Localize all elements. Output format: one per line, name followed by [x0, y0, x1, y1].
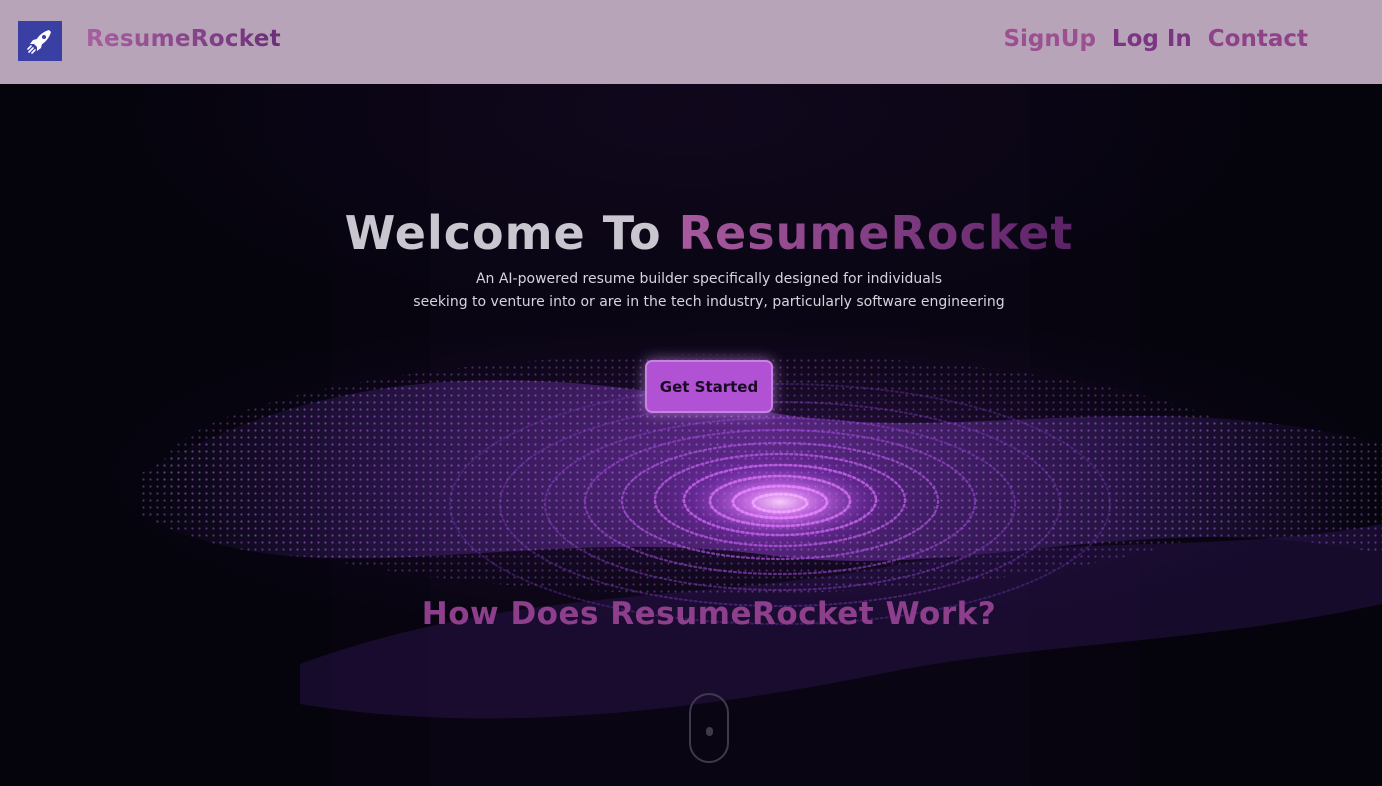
contact-link[interactable]: Contact [1208, 26, 1308, 52]
hero-title: Welcome To ResumeRocket [0, 206, 1382, 260]
hero-title-prefix: Welcome To [344, 206, 662, 260]
top-navbar: ResumeRocket SignUp Log In Contact [0, 0, 1382, 84]
logo[interactable] [18, 21, 62, 61]
scroll-wheel-dot [706, 727, 713, 736]
particle-wave-background [0, 84, 1382, 786]
nav-links: SignUp Log In Contact [1003, 26, 1308, 52]
hero-title-brand: ResumeRocket [678, 206, 1074, 260]
brand-name[interactable]: ResumeRocket [86, 26, 281, 52]
scroll-mouse-icon[interactable] [689, 693, 729, 763]
hero-subtitle-line2: seeking to venture into or are in the te… [413, 294, 1005, 310]
get-started-button[interactable]: Get Started [645, 360, 773, 413]
hero-subtitle-line1: An AI-powered resume builder specificall… [475, 271, 943, 287]
hero-section: Welcome To ResumeRocket An AI-powered re… [0, 84, 1382, 786]
how-it-works-heading: How Does ResumeRocket Work? [421, 596, 997, 632]
rocket-icon [27, 30, 51, 54]
login-link[interactable]: Log In [1112, 26, 1192, 52]
signup-link[interactable]: SignUp [1003, 26, 1095, 52]
